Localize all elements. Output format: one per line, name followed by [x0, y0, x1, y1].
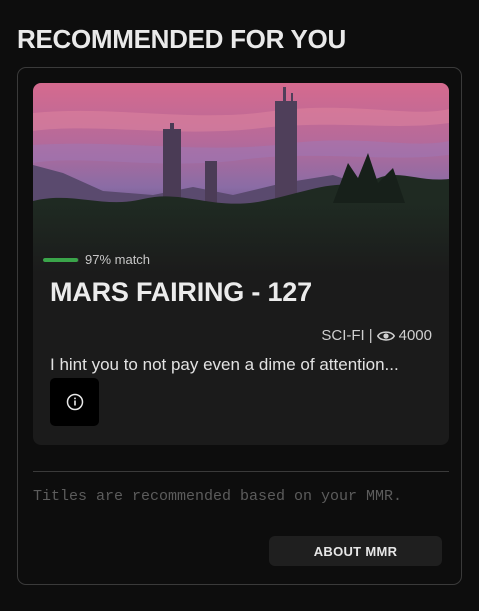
divider [33, 471, 449, 472]
eye-icon [376, 330, 395, 341]
view-count: 4000 [398, 327, 432, 344]
about-mmr-button[interactable]: ABOUT MMR [269, 536, 442, 566]
info-icon [66, 393, 83, 411]
meta-separator: | [368, 327, 373, 344]
match-label: 97% match [85, 252, 151, 267]
match-indicator: 97% match [43, 252, 150, 267]
match-bar [43, 257, 79, 262]
match-bar-fill [43, 257, 78, 262]
info-button[interactable] [50, 378, 99, 426]
recommendation-panel: 97% match MARS FAIRING - 127 SCI-FI | 40… [17, 67, 462, 585]
recommendation-card[interactable]: 97% match MARS FAIRING - 127 SCI-FI | 40… [33, 83, 449, 445]
genre-label: SCI-FI [321, 327, 365, 344]
section-title: RECOMMENDED FOR YOU [17, 24, 346, 54]
card-meta: SCI-FI | 4000 [321, 327, 432, 344]
card-description: I hint you to not pay even a dime of att… [50, 355, 399, 374]
cover-image [33, 83, 449, 273]
mmr-note: Titles are recommended based on your MMR… [33, 488, 403, 505]
card-title: MARS FAIRING - 127 [50, 277, 312, 307]
